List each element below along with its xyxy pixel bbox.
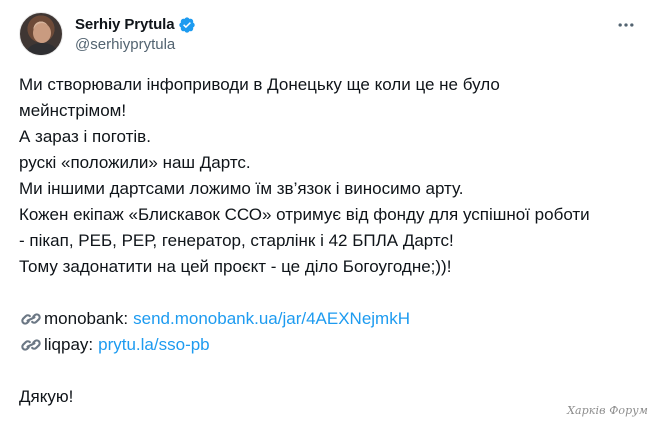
display-name[interactable]: Serhiy Prytula [75,15,175,35]
liqpay-link[interactable]: prytu.la/sso-pb [98,332,210,358]
link-icon [19,335,43,355]
avatar[interactable] [19,12,63,56]
more-horizontal-icon [616,15,636,40]
tweet-line: Ми створювали інфоприводи в Донецьку ще … [19,75,500,94]
liqpay-label: liqpay: [44,335,94,354]
tweet-header: Serhiy Prytula @serhiyprytula [19,12,196,56]
tweet-line: Ми іншими дартсами ложимо їм зв’язок і в… [19,179,464,198]
tweet-line: Тому задонатити на цей проєкт - це діло … [19,257,452,276]
display-name-row: Serhiy Prytula [75,15,196,35]
monobank-link-row: monobank: send.monobank.ua/jar/4AEXNejmk… [19,306,649,332]
tweet-text: Ми створювали інфоприводи в Донецьку ще … [19,72,649,410]
link-icon [19,309,43,329]
liqpay-link-row: liqpay: prytu.la/sso-pb [19,332,649,358]
tweet-card: Serhiy Prytula @serhiyprytula Ми створюв… [0,0,659,427]
thanks-text: Дякую! [19,387,74,406]
forum-watermark: Харків Форум [567,404,648,417]
tweet-line: рускі «положили» наш Дартс. [19,153,251,172]
more-options-button[interactable] [611,12,641,42]
user-info: Serhiy Prytula @serhiyprytula [75,15,196,55]
tweet-line: мейнстрімом! [19,101,127,120]
tweet-line: Кожен екіпаж «Блискавок ССО» отримує від… [19,205,590,224]
tweet-line: - пікап, РЕБ, РЕР, генератор, старлінк і… [19,231,454,250]
tweet-line: А зараз і поготів. [19,127,151,146]
monobank-link[interactable]: send.monobank.ua/jar/4AEXNejmkH [133,306,410,332]
monobank-label: monobank: [44,309,129,328]
verified-badge-icon [178,16,196,34]
user-handle[interactable]: @serhiyprytula [75,35,196,55]
